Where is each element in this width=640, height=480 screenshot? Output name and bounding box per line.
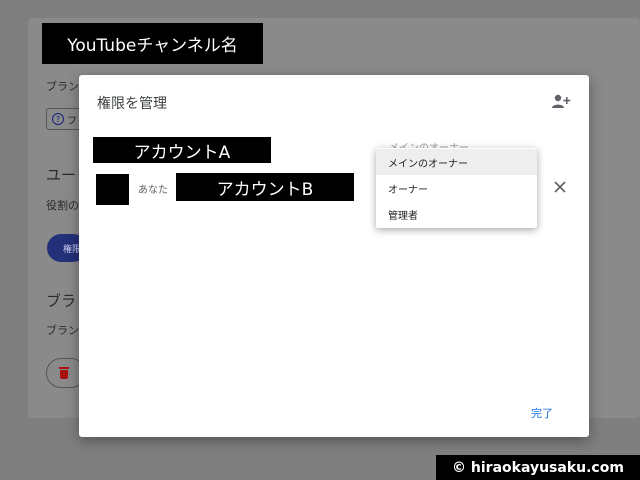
you-label: あなた <box>138 185 168 196</box>
add-user-icon[interactable] <box>551 93 571 109</box>
bg-brand-text: ブラン <box>46 80 79 93</box>
bg-role-text: 役割の <box>46 199 79 212</box>
help-icon: ? <box>52 113 64 125</box>
avatar <box>96 174 129 205</box>
close-icon[interactable] <box>553 180 567 194</box>
menu-item-manager[interactable]: 管理者 <box>376 201 537 227</box>
trash-icon <box>59 367 69 379</box>
watermark: © hiraokayusaku.com <box>436 455 640 480</box>
bg-brand-text-2: ブラン <box>46 324 79 337</box>
bg-chip-label: フ <box>67 115 77 127</box>
menu-item-primary-owner[interactable]: メインのオーナー <box>376 149 537 175</box>
account-b-label: アカウントB <box>176 173 354 201</box>
bg-section-user: ユー <box>46 166 77 184</box>
done-button[interactable]: 完了 <box>531 405 553 421</box>
menu-item-owner[interactable]: オーナー <box>376 175 537 201</box>
channel-name-banner: YouTubeチャンネル名 <box>42 23 263 64</box>
bg-section-brand: ブラ <box>46 292 77 310</box>
dialog-title: 権限を管理 <box>97 96 167 112</box>
role-dropdown-menu: メインのオーナー オーナー 管理者 <box>376 148 537 228</box>
manage-permissions-dialog: 権限を管理 アカウントA メインのオーナー あなた アカウントB 完了 メインの… <box>79 75 589 437</box>
account-a-label: アカウントA <box>93 137 271 163</box>
